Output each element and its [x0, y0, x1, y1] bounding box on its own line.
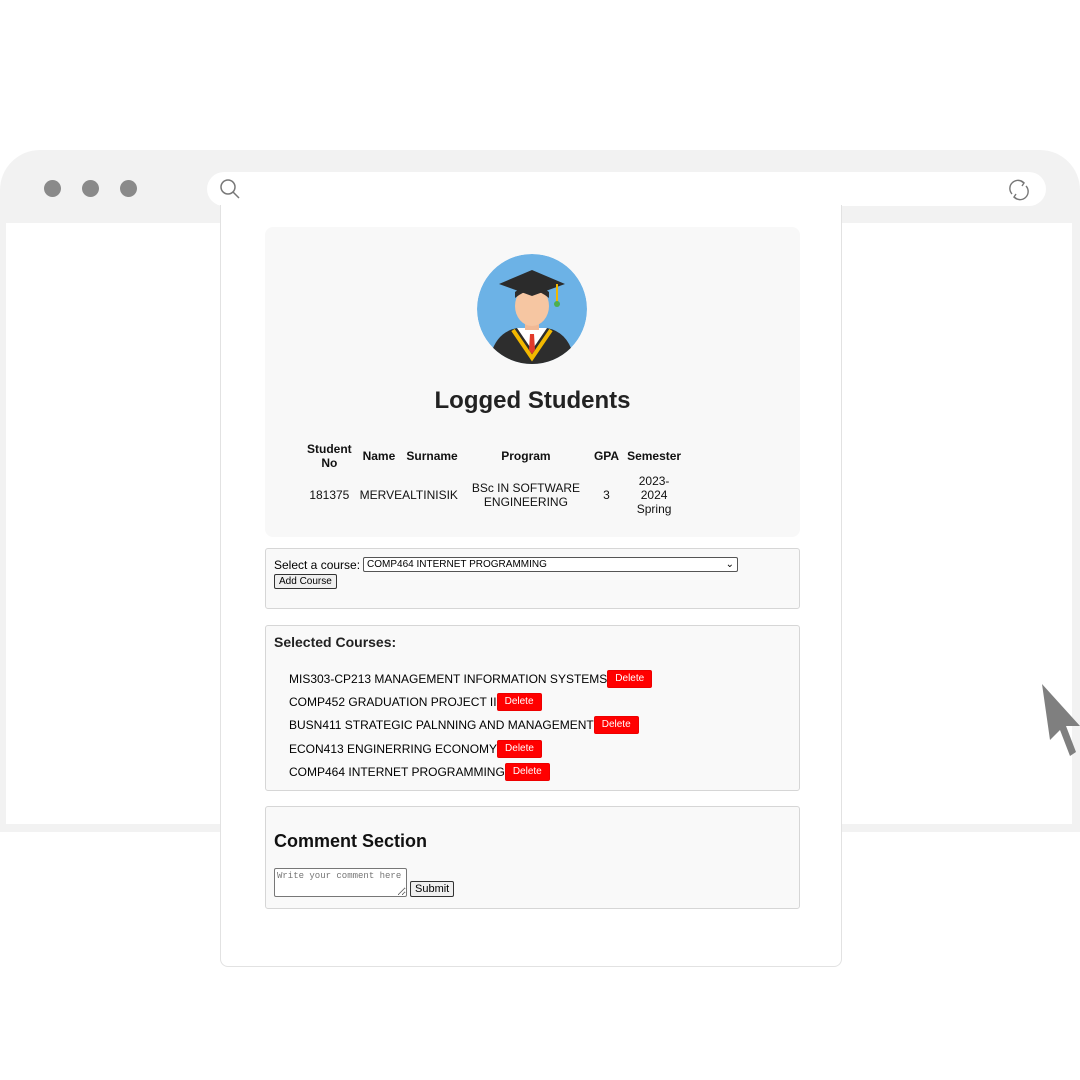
course-select-row: Select a course: COMP464 INTERNET PROGRA… — [274, 557, 791, 572]
add-course-button[interactable]: Add Course — [274, 574, 337, 589]
list-item: MIS303-CP213 MANAGEMENT INFORMATION SYST… — [289, 667, 791, 690]
list-item: ECON413 ENGINERRING ECONOMY Delete — [289, 737, 791, 760]
column-header: GPA — [593, 449, 620, 463]
delete-button[interactable]: Delete — [593, 716, 639, 735]
table-row: 181375 MERVE ALTINISIK BSc IN SOFTWARE E… — [303, 472, 685, 518]
delete-button[interactable]: Delete — [607, 669, 653, 688]
search-icon — [220, 179, 240, 199]
table-cell: 2023-2024 Spring — [636, 474, 672, 516]
course-select-value: COMP464 INTERNET PROGRAMMING — [367, 559, 547, 570]
comment-heading: Comment Section — [274, 831, 428, 851]
submit-button[interactable]: Submit — [410, 881, 455, 897]
table-header-row: Student No Name Surname Program GPA Seme… — [303, 440, 685, 472]
table-cell: MERVE — [359, 488, 403, 502]
course-select-panel: Select a course: COMP464 INTERNET PROGRA… — [265, 548, 800, 609]
column-header: Surname — [406, 449, 458, 463]
window-controls — [44, 180, 137, 197]
window-dot[interactable] — [44, 180, 61, 197]
course-name: ECON413 ENGINERRING ECONOMY — [289, 741, 498, 756]
mouse-cursor-icon — [1042, 684, 1080, 756]
course-select[interactable]: COMP464 INTERNET PROGRAMMING ⌄ — [363, 557, 739, 572]
column-header: Semester — [627, 449, 682, 463]
window-dot[interactable] — [82, 180, 99, 197]
selected-courses-heading: Selected Courses: — [274, 634, 397, 650]
table-cell: 181375 — [309, 488, 350, 502]
course-name: COMP452 GRADUATION PROJECT II — [289, 694, 497, 709]
course-select-label: Select a course: — [274, 557, 361, 572]
delete-button[interactable]: Delete — [496, 692, 542, 711]
address-bar[interactable] — [207, 172, 1046, 206]
column-header: Program — [501, 449, 551, 463]
comment-row: Submit — [274, 868, 791, 897]
delete-button[interactable]: Delete — [497, 739, 542, 758]
profile-panel: Logged Students Student No Name Surname … — [265, 227, 800, 537]
course-name: MIS303-CP213 MANAGEMENT INFORMATION SYST… — [289, 671, 608, 686]
page-title: Logged Students — [434, 387, 631, 414]
window-dot[interactable] — [120, 180, 137, 197]
comment-panel: Comment Section Submit — [265, 806, 800, 909]
chevron-down-icon: ⌄ — [725, 559, 735, 570]
table-cell: 3 — [603, 488, 610, 502]
list-item: COMP452 GRADUATION PROJECT II Delete — [289, 690, 791, 713]
graduate-avatar-icon — [477, 254, 587, 364]
students-table: Student No Name Surname Program GPA Seme… — [303, 440, 685, 518]
comment-input[interactable] — [274, 868, 407, 897]
course-name: COMP464 INTERNET PROGRAMMING — [289, 764, 505, 779]
table-cell: ALTINISIK — [402, 488, 458, 502]
selected-courses-panel: Selected Courses: MIS303-CP213 MANAGEMEN… — [265, 625, 800, 791]
reload-icon[interactable] — [1006, 177, 1032, 203]
list-item: COMP464 INTERNET PROGRAMMING Delete — [289, 760, 791, 783]
selected-course-list: MIS303-CP213 MANAGEMENT INFORMATION SYST… — [274, 667, 791, 783]
page-card: Logged Students Student No Name Surname … — [220, 205, 842, 967]
course-name: BUSN411 STRATEGIC PALNNING AND MANAGEMEN… — [289, 718, 594, 733]
delete-button[interactable]: Delete — [504, 762, 550, 781]
column-header: Student No — [307, 442, 352, 470]
list-item: BUSN411 STRATEGIC PALNNING AND MANAGEMEN… — [289, 714, 791, 737]
column-header: Name — [362, 449, 396, 463]
table-cell: BSc IN SOFTWARE ENGINEERING — [471, 481, 581, 509]
